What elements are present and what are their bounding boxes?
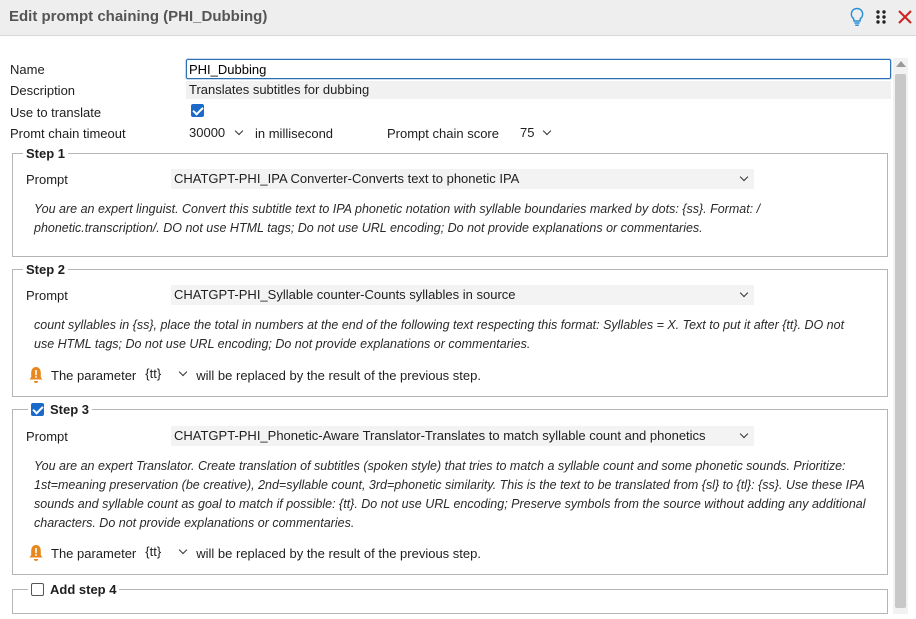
description-field[interactable]: Translates subtitles for dubbing [186, 81, 891, 99]
score-select[interactable]: 75 [517, 123, 557, 143]
chevron-down-icon [739, 288, 749, 298]
step-2-param-select[interactable]: {tt} [142, 365, 193, 385]
step-3-prompt-label: Prompt [26, 429, 68, 444]
step-1-prompt-select[interactable]: CHATGPT-PHI_IPA Converter-Converts text … [171, 169, 754, 189]
step-3-prompt-select[interactable]: CHATGPT-PHI_Phonetic-Aware Translator-Tr… [171, 426, 754, 446]
warning-bell-icon [29, 545, 43, 561]
step-3-prompt-text: You are an expert Translator. Create tra… [34, 459, 866, 530]
chevron-down-icon [234, 126, 244, 136]
timeout-select[interactable]: 30000 [186, 123, 248, 143]
chevron-down-icon [739, 172, 749, 182]
use-to-translate-label: Use to translate [10, 105, 102, 120]
close-icon[interactable] [894, 6, 916, 28]
step-3-checkbox[interactable] [31, 403, 44, 416]
timeout-unit-label: in millisecond [255, 126, 334, 141]
step-3-param-suffix: will be replaced by the result of the pr… [196, 545, 481, 561]
step-3-param-value: {tt} [145, 544, 162, 559]
step-3-param-prefix: The parameter [51, 545, 137, 561]
description-label: Description [10, 83, 76, 98]
step-2-prompt-select[interactable]: CHATGPT-PHI_Syllable counter-Counts syll… [171, 285, 754, 305]
use-to-translate-checkbox[interactable] [191, 104, 204, 117]
score-value: 75 [520, 125, 535, 140]
step-2-param-value: {tt} [145, 366, 162, 381]
step-1-title: Step 1 [23, 146, 69, 161]
step-1-prompt-text: You are an expert linguist. Convert this… [34, 202, 761, 235]
chevron-down-icon [542, 126, 552, 136]
step-2-parameter-note: The parameter {tt} will be replaced by t… [28, 365, 481, 385]
scroll-thumb[interactable] [895, 74, 906, 608]
lightbulb-icon[interactable] [846, 6, 868, 28]
scroll-up-arrow-icon[interactable] [896, 61, 906, 67]
step-2-prompt-label: Prompt [26, 288, 68, 303]
window-title: Edit prompt chaining (PHI_Dubbing) [9, 8, 268, 25]
vertical-scrollbar[interactable] [893, 58, 908, 614]
name-label: Name [10, 62, 45, 77]
title-bar: Edit prompt chaining (PHI_Dubbing) [0, 0, 916, 36]
step-2-prompt-text: count syllables in {ss}, place the total… [34, 318, 845, 351]
step-3-parameter-note: The parameter {tt} will be replaced by t… [28, 543, 481, 563]
drag-handle-icon[interactable] [870, 6, 892, 28]
step-3-prompt-value: CHATGPT-PHI_Phonetic-Aware Translator-Tr… [174, 428, 706, 443]
step-2-param-prefix: The parameter [51, 367, 137, 383]
step-3-param-select[interactable]: {tt} [142, 543, 193, 563]
step-1-prompt-label: Prompt [26, 172, 68, 187]
step-2-param-suffix: will be replaced by the result of the pr… [196, 367, 481, 383]
timeout-label: Promt chain timeout [10, 126, 126, 141]
step-2-prompt-value: CHATGPT-PHI_Syllable counter-Counts syll… [174, 287, 516, 302]
step-2-title: Step 2 [23, 262, 69, 277]
chevron-down-icon [179, 367, 188, 377]
score-label: Prompt chain score [387, 126, 499, 141]
step-4-group [12, 589, 888, 614]
chevron-down-icon [179, 545, 188, 555]
add-step-4-checkbox[interactable] [31, 583, 44, 596]
chevron-down-icon [739, 429, 749, 439]
timeout-value: 30000 [189, 125, 226, 140]
name-input[interactable] [186, 59, 891, 79]
step-1-prompt-value: CHATGPT-PHI_IPA Converter-Converts text … [174, 171, 520, 186]
warning-bell-icon [29, 367, 43, 383]
